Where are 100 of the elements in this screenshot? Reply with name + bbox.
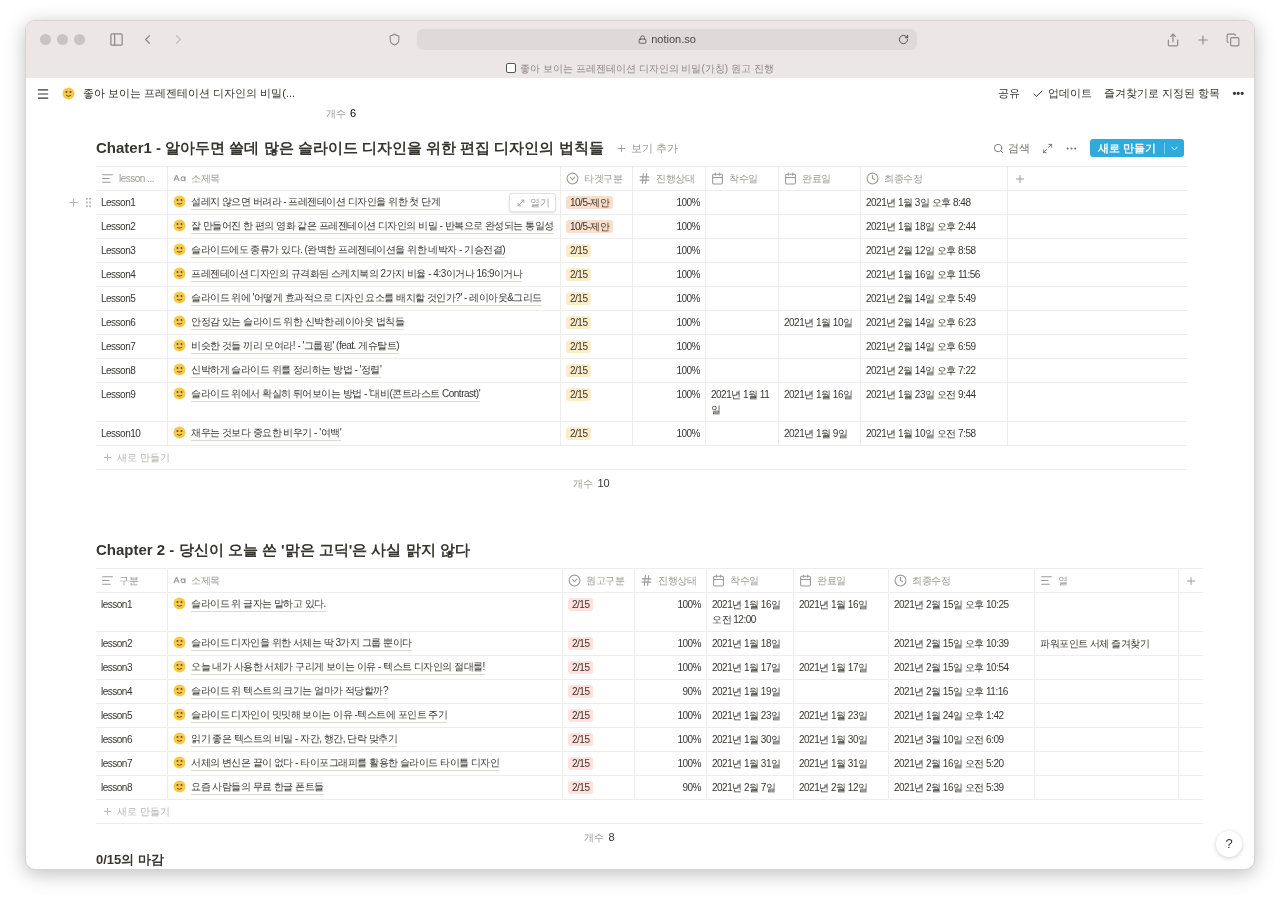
shield-icon[interactable] <box>388 33 401 46</box>
modified-cell: 2021년 1월 24일 오후 1:42 <box>894 710 1004 721</box>
lesson-cell: lesson4 <box>101 686 132 697</box>
end-date-cell: 2021년 1월 10일 <box>784 317 853 328</box>
title-cell[interactable]: 슬라이드 디자인이 밋밋해 보이는 이유 -텍스트에 포인트 주기 <box>191 708 448 723</box>
tag: 2/15 <box>568 757 594 770</box>
sidebar-icon[interactable] <box>109 32 124 47</box>
tag: 2/15 <box>568 661 594 674</box>
tag: 2/15 <box>568 709 594 722</box>
count-value: 10 <box>597 475 610 491</box>
emoji-icon <box>173 426 186 439</box>
hash-icon <box>638 172 651 185</box>
emoji-icon <box>173 780 186 793</box>
start-date-cell: 2021년 1월 18일 <box>712 638 781 649</box>
title-cell[interactable]: 채우는 것보다 중요한 비우기 - '여백' <box>191 426 342 441</box>
menu-icon[interactable] <box>36 86 50 101</box>
emoji-icon <box>173 387 186 400</box>
modified-cell: 2021년 1월 16일 오후 11:56 <box>866 269 980 280</box>
lesson-cell: Lesson8 <box>101 365 136 376</box>
emoji-icon <box>173 243 186 256</box>
tag: 2/15 <box>566 427 592 440</box>
tag: 2/15 <box>566 292 592 305</box>
lesson-cell: lesson1 <box>101 599 132 610</box>
progress-cell: 100% <box>676 428 700 439</box>
add-column-icon[interactable] <box>1185 574 1197 587</box>
updates-button[interactable]: 업데이트 <box>1032 85 1093 102</box>
calendar-icon <box>711 172 724 185</box>
title-cell[interactable]: 서체의 변신은 끝이 없다 - 타이포그래피를 활용한 슬라이드 타이틀 디자인 <box>191 756 500 771</box>
progress-cell: 100% <box>676 197 700 208</box>
clock-icon <box>866 172 879 185</box>
address-bar[interactable]: notion.so <box>417 29 917 50</box>
start-date-cell: 2021년 1월 30일 <box>712 734 781 745</box>
progress-cell: 100% <box>676 293 700 304</box>
title-cell[interactable]: 신박하게 슬라이드 위를 정리하는 방법 - '정렬' <box>191 363 382 378</box>
start-date-cell: 2021년 1월 23일 <box>712 710 781 721</box>
emoji-icon <box>173 339 186 352</box>
plus-icon <box>102 452 113 463</box>
emoji-icon <box>173 636 186 649</box>
end-date-cell: 2021년 2월 12일 <box>799 782 868 793</box>
title-cell[interactable]: 읽기 좋은 텍스트의 비밀 - 자간, 행간, 단락 맞추기 <box>191 732 398 747</box>
search-button[interactable]: 검색 <box>992 139 1030 157</box>
title-cell[interactable]: 잘 만들어진 한 편의 영화 같은 프레젠테이션 디자인의 비밀 - 반복으로 완성되는 통일성 <box>191 219 554 234</box>
modified-cell: 2021년 2월 15일 오후 11:16 <box>894 686 1008 697</box>
title-cell[interactable]: 슬라이드에도 종류가 있다. (완벽한 프레젠테이션을 위한 네박자 - 기승전결) <box>191 243 505 258</box>
table-title: Chater1 - 알아두면 쓸데 많은 슬라이드 디자인을 위한 편집 디자인의 법칙들 <box>96 137 604 158</box>
modified-cell: 2021년 2월 14일 오후 6:23 <box>866 317 976 328</box>
topbar-button[interactable]: 공유 <box>998 85 1021 102</box>
title-cell[interactable]: 설레지 않으면 버려라 - 프레젠테이션 디자인을 위한 첫 단계 <box>191 195 441 210</box>
start-date-cell: 2021년 1월 17일 <box>712 662 781 673</box>
tag: 2/15 <box>566 340 592 353</box>
title-cell[interactable]: 프레젠테이션 디자인의 규격화된 스케치북의 2가지 비율 - 4:3이거나 16:9이거나 <box>191 267 523 282</box>
modified-cell: 2021년 1월 23일 오전 9:44 <box>866 389 976 400</box>
modified-cell: 2021년 2월 16일 오전 5:20 <box>894 758 1004 769</box>
title-cell[interactable]: 슬라이드 위에서 확실히 튀어보이는 방법 - '대비(콘트라스트 Contrast)' <box>191 387 481 402</box>
lesson-cell: lesson3 <box>101 662 132 673</box>
emoji-icon <box>173 660 186 673</box>
reload-icon[interactable] <box>898 34 909 45</box>
lesson-cell: lesson6 <box>101 734 132 745</box>
progress-cell: 90% <box>682 686 701 697</box>
title-cell[interactable]: 안정감 있는 슬라이드 위한 신박한 레이아웃 법칙들 <box>191 315 405 330</box>
share-icon[interactable] <box>1166 32 1180 47</box>
select-icon <box>568 574 581 587</box>
title-cell[interactable]: 슬라이드 위에 '어떻게 효과적으로 디자인 요소를 배치할 것인가?' - 레이아웃&그리드 <box>191 291 542 306</box>
lesson-cell: Lesson10 <box>101 428 141 439</box>
tag: 2/15 <box>568 733 594 746</box>
end-date-cell: 2021년 1월 23일 <box>799 710 868 721</box>
progress-cell: 90% <box>682 782 701 793</box>
lock-icon <box>638 35 648 44</box>
search-icon <box>992 142 1004 154</box>
progress-cell: 100% <box>677 638 701 649</box>
lesson-cell: lesson5 <box>101 710 132 721</box>
expand-icon[interactable] <box>1041 142 1053 154</box>
topbar-button[interactable]: 즐겨찾기로 지정된 항목 <box>1104 85 1221 102</box>
end-date-cell: 2021년 1월 31일 <box>799 758 868 769</box>
calendar-icon <box>712 574 725 587</box>
tabs-icon[interactable] <box>1226 32 1240 47</box>
page-title[interactable]: 좋아 보이는 프레젠테이션 디자인의 비밀(... <box>83 85 296 102</box>
emoji-icon <box>173 219 186 232</box>
count-value: 6 <box>350 109 357 121</box>
lesson-cell: lesson7 <box>101 758 132 769</box>
title-cell[interactable]: 오늘 내가 사용한 서체가 구리게 보이는 이유 - 텍스트 디자인의 절대룰! <box>191 660 485 675</box>
progress-cell: 100% <box>677 734 701 745</box>
table-title: Chapter 2 - 당신이 오늘 쓴 '맑은 고딕'은 사실 맑지 않다 <box>96 539 470 560</box>
lesson-cell: lesson8 <box>101 782 132 793</box>
modified-cell: 2021년 1월 18일 오후 2:44 <box>866 221 976 232</box>
title-cell[interactable]: 슬라이드 위 글자는 말하고 있다. <box>191 597 326 612</box>
title-cell[interactable]: 슬라이드 위 텍스트의 크기는 얼마가 적당할까? <box>191 684 388 699</box>
add-row-icon[interactable] <box>67 196 80 209</box>
help-button[interactable]: ? <box>1216 831 1242 857</box>
add-column-icon[interactable] <box>1014 172 1026 185</box>
more-button[interactable]: ••• <box>1232 85 1244 102</box>
modified-cell: 2021년 2월 14일 오후 6:59 <box>866 341 976 352</box>
start-date-cell: 2021년 1월 31일 <box>712 758 781 769</box>
emoji-icon <box>173 684 186 697</box>
title-cell[interactable]: 요즘 사람들의 무료 한글 폰트들 <box>191 780 324 795</box>
new-tab-icon[interactable] <box>1196 32 1210 47</box>
title-cell[interactable]: 비슷한 것들 끼리 모여라! - '그룹핑' (feat. 게슈탈트) <box>191 339 399 354</box>
count-label: 개수 <box>573 476 594 491</box>
lesson-cell: Lesson7 <box>101 341 136 352</box>
title-cell[interactable]: 슬라이드 디자인을 위한 서체는 딱 3가지 그룹 뿐이다 <box>191 636 412 651</box>
